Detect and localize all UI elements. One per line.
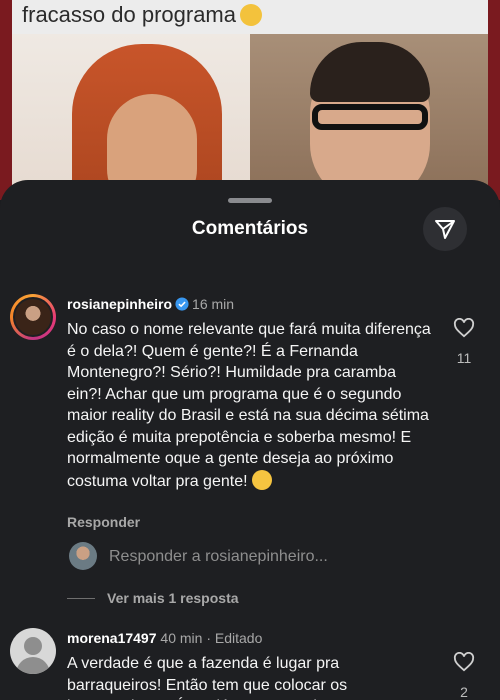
comment-text-body: No caso o nome relevante que fará muita … bbox=[67, 321, 431, 490]
edited-label: · Editado bbox=[206, 630, 263, 646]
comment-username[interactable]: rosianepinheiro bbox=[67, 296, 172, 312]
post-photo-man bbox=[250, 34, 488, 200]
heart-icon bbox=[453, 651, 475, 672]
relieved-face-icon bbox=[251, 469, 272, 490]
comment-meta: morena17497 40 min · Editado bbox=[67, 630, 262, 646]
avatar[interactable] bbox=[10, 628, 56, 674]
verified-badge-icon bbox=[175, 297, 189, 311]
comment-text: No caso o nome relevante que fará muita … bbox=[67, 319, 433, 492]
comments-sheet: Comentários rosianepinheiro 16 min No cas… bbox=[0, 180, 500, 700]
post-border-left bbox=[0, 34, 12, 200]
like-button[interactable] bbox=[452, 317, 476, 343]
comment-time: 16 min bbox=[192, 296, 235, 312]
post-border-right bbox=[488, 34, 500, 200]
post-caption-text: fracasso do programa bbox=[22, 2, 236, 27]
send-icon bbox=[435, 220, 455, 239]
comment-text: A verdade é que a fazenda é lugar pra ba… bbox=[67, 655, 348, 700]
view-more-replies-label: Ver mais 1 resposta bbox=[107, 590, 239, 606]
current-user-avatar bbox=[69, 542, 97, 570]
post-photo-woman bbox=[12, 34, 250, 200]
reply-button[interactable]: Responder bbox=[67, 514, 140, 530]
like-count: 2 bbox=[460, 684, 468, 700]
comment-username[interactable]: morena17497 bbox=[67, 630, 157, 646]
comment-meta: rosianepinheiro 16 min bbox=[67, 296, 234, 312]
heart-icon bbox=[453, 317, 475, 338]
reply-input[interactable]: Responder a rosianepinheiro... bbox=[109, 548, 328, 566]
like-count: 11 bbox=[456, 350, 472, 366]
view-more-replies-button[interactable]: Ver mais 1 resposta bbox=[67, 590, 239, 606]
sheet-grab-handle[interactable] bbox=[228, 198, 272, 203]
share-button[interactable] bbox=[423, 207, 467, 251]
reply-input-row[interactable]: Responder a rosianepinheiro... bbox=[67, 541, 467, 575]
flushed-face-icon bbox=[240, 4, 262, 26]
thread-line bbox=[67, 598, 95, 599]
post-background: fracasso do programa bbox=[0, 0, 500, 200]
post-caption: fracasso do programa bbox=[12, 0, 488, 34]
like-button[interactable] bbox=[452, 651, 476, 677]
avatar[interactable] bbox=[10, 294, 56, 340]
comment-time: 40 min bbox=[160, 630, 203, 646]
